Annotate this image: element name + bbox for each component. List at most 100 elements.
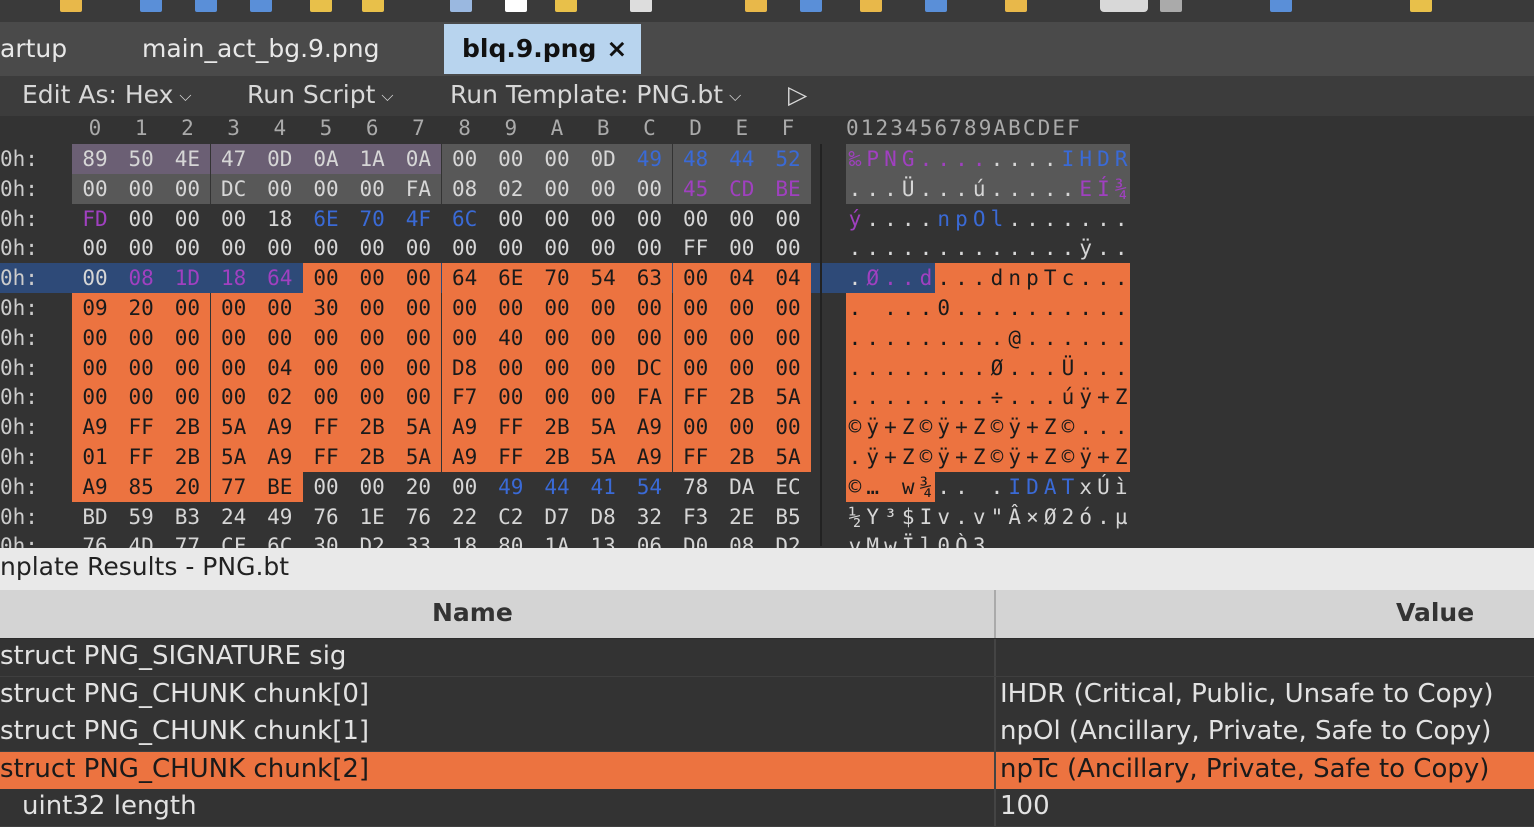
hex-byte[interactable]: BD: [72, 502, 118, 532]
hex-byte[interactable]: D8: [441, 352, 488, 383]
hex-byte[interactable]: C2: [488, 502, 534, 532]
hex-byte[interactable]: 00: [349, 472, 395, 502]
hex-byte[interactable]: 00: [303, 263, 349, 294]
hex-byte[interactable]: 1A: [534, 531, 580, 548]
ascii-char[interactable]: D: [1094, 144, 1113, 174]
hex-byte[interactable]: F3: [673, 502, 719, 532]
ascii-char[interactable]: v: [846, 531, 864, 548]
ascii-char[interactable]: +: [881, 442, 900, 472]
hex-byte[interactable]: 00: [118, 352, 165, 383]
ascii-char[interactable]: 2: [1059, 502, 1077, 532]
ascii-char[interactable]: ÿ: [1005, 442, 1024, 472]
play-icon[interactable]: ▷: [788, 80, 807, 109]
ascii-char[interactable]: 3: [970, 531, 988, 548]
ascii-char[interactable]: .: [917, 322, 935, 353]
hex-byte[interactable]: 4F: [395, 204, 441, 234]
hex-byte[interactable]: 00: [626, 322, 673, 353]
hex-byte[interactable]: 33: [395, 531, 441, 548]
hex-byte[interactable]: 80: [488, 531, 534, 548]
ascii-char[interactable]: .: [1041, 173, 1060, 204]
hex-byte[interactable]: 0A: [395, 144, 442, 174]
hex-byte[interactable]: 5A: [765, 382, 811, 413]
table-row[interactable]: struct PNG_CHUNK chunk[0] IHDR (Critical,…: [0, 676, 1534, 715]
hex-byte[interactable]: 00: [718, 412, 765, 443]
tab-main-act-bg[interactable]: main_act_bg.9.png: [142, 24, 379, 74]
ascii-char[interactable]: ÿ: [1076, 442, 1095, 472]
hex-byte[interactable]: 00: [487, 352, 534, 383]
ascii-char[interactable]: v: [935, 502, 953, 532]
hex-byte[interactable]: 00: [487, 293, 534, 323]
ascii-char[interactable]: .: [934, 144, 953, 174]
hex-byte[interactable]: 00: [626, 204, 672, 234]
ascii-char[interactable]: ©: [1059, 442, 1077, 472]
ascii-char[interactable]: .: [917, 144, 935, 174]
ascii-char[interactable]: .: [917, 382, 935, 413]
ascii-char[interactable]: .: [1059, 322, 1077, 353]
hex-byte[interactable]: 00: [72, 322, 118, 353]
ascii-char[interactable]: .: [970, 382, 989, 413]
hex-byte[interactable]: 2B: [349, 412, 396, 443]
hex-byte[interactable]: 00: [442, 233, 488, 263]
hex-byte[interactable]: BE: [256, 471, 303, 502]
hex-byte[interactable]: 00: [118, 322, 165, 353]
ascii-char[interactable]: .: [882, 233, 900, 263]
ascii-char[interactable]: .: [988, 322, 1006, 353]
ascii-char[interactable]: Z: [1112, 442, 1131, 472]
hex-byte[interactable]: 1A: [349, 144, 396, 174]
folder-icon[interactable]: [60, 0, 82, 12]
hex-byte[interactable]: 5A: [580, 412, 627, 443]
ascii-char[interactable]: .: [1076, 352, 1095, 383]
hex-byte[interactable]: 6E: [303, 204, 349, 234]
ascii-char[interactable]: +: [881, 412, 900, 443]
ascii-char[interactable]: .: [846, 382, 864, 413]
ascii-char[interactable]: ú: [970, 173, 989, 204]
ascii-char[interactable]: ©: [917, 442, 935, 472]
hex-byte[interactable]: 0D: [256, 144, 303, 174]
hex-byte[interactable]: 00: [580, 352, 627, 383]
font-icon[interactable]: [800, 0, 822, 12]
hex-byte[interactable]: D7: [534, 502, 580, 532]
hex-byte[interactable]: 00: [534, 144, 580, 174]
ascii-char[interactable]: [863, 293, 882, 323]
hex-byte[interactable]: 00: [672, 293, 719, 323]
wrap-icon[interactable]: [1160, 0, 1182, 12]
hex-byte[interactable]: A9: [626, 442, 673, 472]
hex-byte[interactable]: 49: [257, 502, 303, 532]
ascii-char[interactable]: .: [917, 293, 935, 323]
ascii-char[interactable]: .: [917, 233, 935, 263]
run-script-dropdown[interactable]: Run Script ⌵: [247, 80, 394, 109]
ascii-char[interactable]: .: [970, 352, 989, 383]
ascii-char[interactable]: .: [1094, 352, 1113, 383]
hex-byte[interactable]: 00: [534, 173, 580, 204]
ascii-char[interactable]: ¾: [917, 471, 935, 502]
hex-byte[interactable]: A9: [72, 412, 118, 443]
ascii-char[interactable]: I: [1006, 472, 1024, 502]
ascii-char[interactable]: ©: [846, 471, 864, 502]
ascii-char[interactable]: Í: [1094, 173, 1113, 204]
mode-button[interactable]: [1100, 0, 1148, 12]
hex-byte[interactable]: 00: [395, 352, 442, 383]
hex-byte[interactable]: 00: [349, 173, 396, 204]
ascii-char[interactable]: .: [881, 293, 900, 323]
ascii-char[interactable]: +: [1023, 442, 1042, 472]
ascii-char[interactable]: .: [917, 352, 935, 383]
hex-byte[interactable]: 00: [211, 204, 257, 234]
ascii-char[interactable]: .: [1006, 233, 1024, 263]
hex-byte[interactable]: 00: [672, 322, 719, 353]
ascii-char[interactable]: .: [952, 144, 971, 174]
hex-byte[interactable]: 02: [487, 173, 534, 204]
hex-byte[interactable]: FF: [118, 412, 165, 443]
hex-byte[interactable]: D2: [765, 531, 811, 548]
hex-byte[interactable]: B3: [164, 502, 210, 532]
ascii-char[interactable]: .: [1076, 263, 1095, 294]
hex-byte[interactable]: 00: [164, 233, 210, 263]
hex-byte[interactable]: 00: [765, 322, 811, 353]
ascii-char[interactable]: .: [899, 233, 917, 263]
hex-byte[interactable]: 54: [626, 472, 672, 502]
ascii-char[interactable]: ÷: [988, 382, 1006, 413]
hex-byte[interactable]: A9: [626, 412, 673, 443]
hex-byte[interactable]: 00: [580, 233, 626, 263]
hex-byte[interactable]: 47: [210, 144, 257, 174]
ascii-char[interactable]: .: [1095, 233, 1113, 263]
ascii-char[interactable]: ‰: [846, 144, 864, 174]
